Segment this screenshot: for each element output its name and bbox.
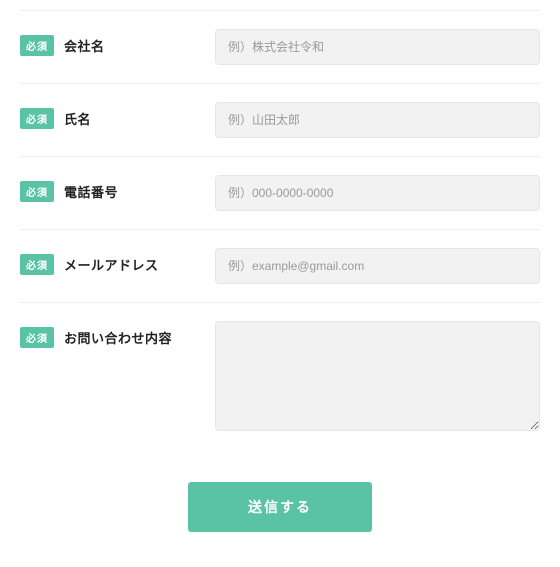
email-input[interactable]: [215, 248, 540, 284]
label-company: 会社名: [64, 36, 105, 55]
required-badge: 必須: [20, 35, 54, 56]
label-col-phone: 必須 電話番号: [20, 175, 215, 202]
required-badge: 必須: [20, 254, 54, 275]
input-col-message: [215, 321, 540, 436]
label-message: お問い合わせ内容: [64, 328, 172, 347]
required-badge: 必須: [20, 327, 54, 348]
required-badge: 必須: [20, 108, 54, 129]
submit-button[interactable]: 送信する: [188, 482, 372, 532]
input-col-phone: [215, 175, 540, 211]
label-col-message: 必須 お問い合わせ内容: [20, 321, 215, 348]
company-input[interactable]: [215, 29, 540, 65]
input-col-email: [215, 248, 540, 284]
submit-row: 送信する: [20, 482, 540, 532]
input-col-company: [215, 29, 540, 65]
row-company: 必須 会社名: [20, 10, 540, 83]
label-col-email: 必須 メールアドレス: [20, 248, 215, 275]
label-col-name: 必須 氏名: [20, 102, 215, 129]
row-name: 必須 氏名: [20, 83, 540, 156]
row-message: 必須 お問い合わせ内容: [20, 302, 540, 454]
label-col-company: 必須 会社名: [20, 29, 215, 56]
message-textarea[interactable]: [215, 321, 540, 431]
name-input[interactable]: [215, 102, 540, 138]
label-email: メールアドレス: [64, 255, 159, 274]
label-phone: 電話番号: [64, 182, 118, 201]
label-name: 氏名: [64, 109, 91, 128]
contact-form: 必須 会社名 必須 氏名 必須 電話番号 必須 メールアドレス: [20, 10, 540, 532]
required-badge: 必須: [20, 181, 54, 202]
phone-input[interactable]: [215, 175, 540, 211]
row-email: 必須 メールアドレス: [20, 229, 540, 302]
input-col-name: [215, 102, 540, 138]
row-phone: 必須 電話番号: [20, 156, 540, 229]
